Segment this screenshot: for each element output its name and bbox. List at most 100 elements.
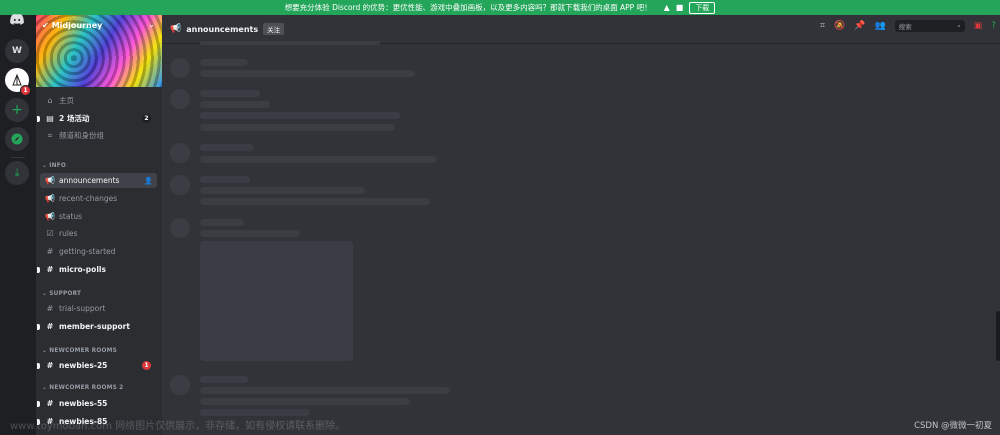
channel-member-support[interactable]: # member-support <box>37 319 157 334</box>
explore-servers-icon[interactable] <box>5 127 29 151</box>
channel-trial-support[interactable]: # trial-support <box>40 301 157 316</box>
megaphone-icon: 📢 <box>45 212 55 221</box>
megaphone-icon: 📢 <box>45 194 55 203</box>
skeleton-line <box>200 144 254 151</box>
skeleton-avatar <box>170 375 190 395</box>
server-w-icon[interactable]: W <box>5 39 29 63</box>
unread-dot <box>37 401 40 407</box>
channel-label: trial-support <box>59 304 106 313</box>
verified-icon: ✔ <box>42 21 49 30</box>
add-server-icon[interactable]: + <box>5 98 29 122</box>
skeleton-line <box>200 198 430 205</box>
inbox-icon[interactable]: ▣ <box>974 21 983 31</box>
download-button[interactable]: 下载 <box>689 1 716 14</box>
mention-badge: 1 <box>142 361 151 370</box>
channel-label: status <box>59 212 83 221</box>
csdn-watermark: CSDN @微微一初夏 <box>914 421 992 431</box>
category-support[interactable]: ⌄ SUPPORT <box>42 291 81 297</box>
android-icon[interactable]: ▲ <box>664 3 670 12</box>
scrollbar-thumb[interactable] <box>996 311 1000 361</box>
skeleton-line <box>200 70 415 77</box>
channel-micro-polls[interactable]: # micro-polls <box>37 262 157 277</box>
hash-icon: # <box>46 247 54 256</box>
channel-label: announcements <box>59 176 120 185</box>
unread-dot <box>37 363 40 369</box>
skeleton-avatar <box>170 175 190 195</box>
events-count-badge: 2 <box>142 114 151 123</box>
download-apps-icon[interactable]: ⤓ <box>5 161 29 185</box>
search-input[interactable]: 搜索 ⌕ <box>894 20 965 32</box>
channel-status[interactable]: 📢 status <box>40 209 157 224</box>
unread-dot <box>37 267 40 273</box>
sidebar-item-channels-roles[interactable]: ⌗ 频道和身份组 <box>40 128 157 143</box>
chevron-down-icon[interactable]: ⌄ <box>148 20 155 29</box>
channel-header: 📢 announcements 关注 ⌗ 🔕 📌 👥 搜索 ⌕ ▣ ? <box>162 15 1000 44</box>
skeleton-line <box>200 187 365 194</box>
sidebar-item-home[interactable]: ⌂ 主页 <box>40 93 157 108</box>
calendar-icon: ▤ <box>46 114 54 123</box>
skeleton-line <box>200 176 250 183</box>
channel-label: rules <box>59 229 78 238</box>
channel-label: newbies-25 <box>59 361 108 370</box>
channel-newbies-25[interactable]: # newbies-25 1 <box>37 358 157 373</box>
channel-title: announcements <box>186 24 259 34</box>
banner-text: 想要充分体验 Discord 的优势：更优性能、游戏中叠加画板，以及更多内容吗？… <box>284 3 652 12</box>
skeleton-line <box>200 387 450 394</box>
skeleton-line <box>200 41 380 45</box>
channel-sidebar: ✔ Midjourney ⌄ ⌂ 主页 ▤ 2 场活动 2 ⌗ 频道和身份组 ⌄ INF… <box>36 15 162 435</box>
help-icon[interactable]: ? <box>991 21 996 31</box>
sidebar-item-label: 频道和身份组 <box>59 131 104 140</box>
rules-check-icon: ☑ <box>46 229 54 238</box>
channel-rules[interactable]: ☑ rules <box>40 226 157 241</box>
category-info[interactable]: ⌄ INFO <box>42 163 66 169</box>
channel-label: getting-started <box>59 247 116 256</box>
skeleton-line <box>200 101 270 108</box>
search-placeholder: 搜索 <box>898 23 912 31</box>
hash-icon: # <box>46 361 54 370</box>
sidebar-item-label: 主页 <box>59 96 74 105</box>
channel-label: member-support <box>59 322 130 331</box>
windows-icon[interactable]: ■ <box>676 3 684 12</box>
follow-button[interactable]: 关注 <box>263 23 285 35</box>
skeleton-line <box>200 156 437 163</box>
home-icon: ⌂ <box>47 96 53 105</box>
chat-area: 📢 announcements 关注 ⌗ 🔕 📌 👥 搜索 ⌕ ▣ ? <box>162 15 1000 435</box>
pin-icon[interactable]: 📌 <box>854 21 865 31</box>
threads-icon[interactable]: ⌗ <box>820 21 825 31</box>
skeleton-image <box>200 241 353 361</box>
skeleton-line <box>200 219 244 226</box>
skeleton-avatar <box>170 218 190 238</box>
skeleton-line <box>200 124 395 131</box>
midjourney-mention-badge: 1 <box>20 85 31 96</box>
category-newcomer-rooms-2[interactable]: ⌄ NEWCOMER ROOMS 2 <box>42 385 123 391</box>
unread-dot <box>37 116 40 122</box>
channel-announcements[interactable]: 📢 announcements 👤 <box>40 173 157 188</box>
hash-icon: # <box>46 322 54 331</box>
header-toolbar: ⌗ 🔕 📌 👥 搜索 ⌕ ▣ ? <box>820 20 996 32</box>
category-label: NEWCOMER ROOMS <box>49 348 117 354</box>
channel-newbies-55[interactable]: # newbies-55 <box>37 396 157 411</box>
channel-getting-started[interactable]: # getting-started <box>40 244 157 259</box>
megaphone-icon: 📢 <box>170 24 182 34</box>
hash-icon: # <box>46 265 54 274</box>
channel-label: recent-changes <box>59 194 118 203</box>
mute-bell-icon[interactable]: 🔕 <box>834 21 845 31</box>
megaphone-icon: 📢 <box>45 176 55 185</box>
skeleton-avatar <box>170 58 190 78</box>
search-icon: ⌕ <box>957 21 961 30</box>
skeleton-line <box>200 230 300 237</box>
channel-recent-changes[interactable]: 📢 recent-changes <box>40 191 157 206</box>
channel-label: micro-polls <box>59 265 106 274</box>
skeleton-line <box>200 376 248 383</box>
channel-label: newbies-55 <box>59 399 108 408</box>
skeleton-line <box>200 90 260 97</box>
sidebar-item-events[interactable]: ▤ 2 场活动 2 <box>37 111 157 126</box>
member-list-icon[interactable]: 👥 <box>874 21 885 31</box>
skeleton-avatar <box>170 143 190 163</box>
discord-home-icon[interactable] <box>5 7 29 31</box>
skeleton-line <box>200 409 310 416</box>
server-name[interactable]: ✔ Midjourney <box>42 21 102 30</box>
hash-icon: # <box>46 304 54 313</box>
category-newcomer-rooms[interactable]: ⌄ NEWCOMER ROOMS <box>42 348 117 354</box>
invite-icon[interactable]: 👤 <box>144 177 153 185</box>
